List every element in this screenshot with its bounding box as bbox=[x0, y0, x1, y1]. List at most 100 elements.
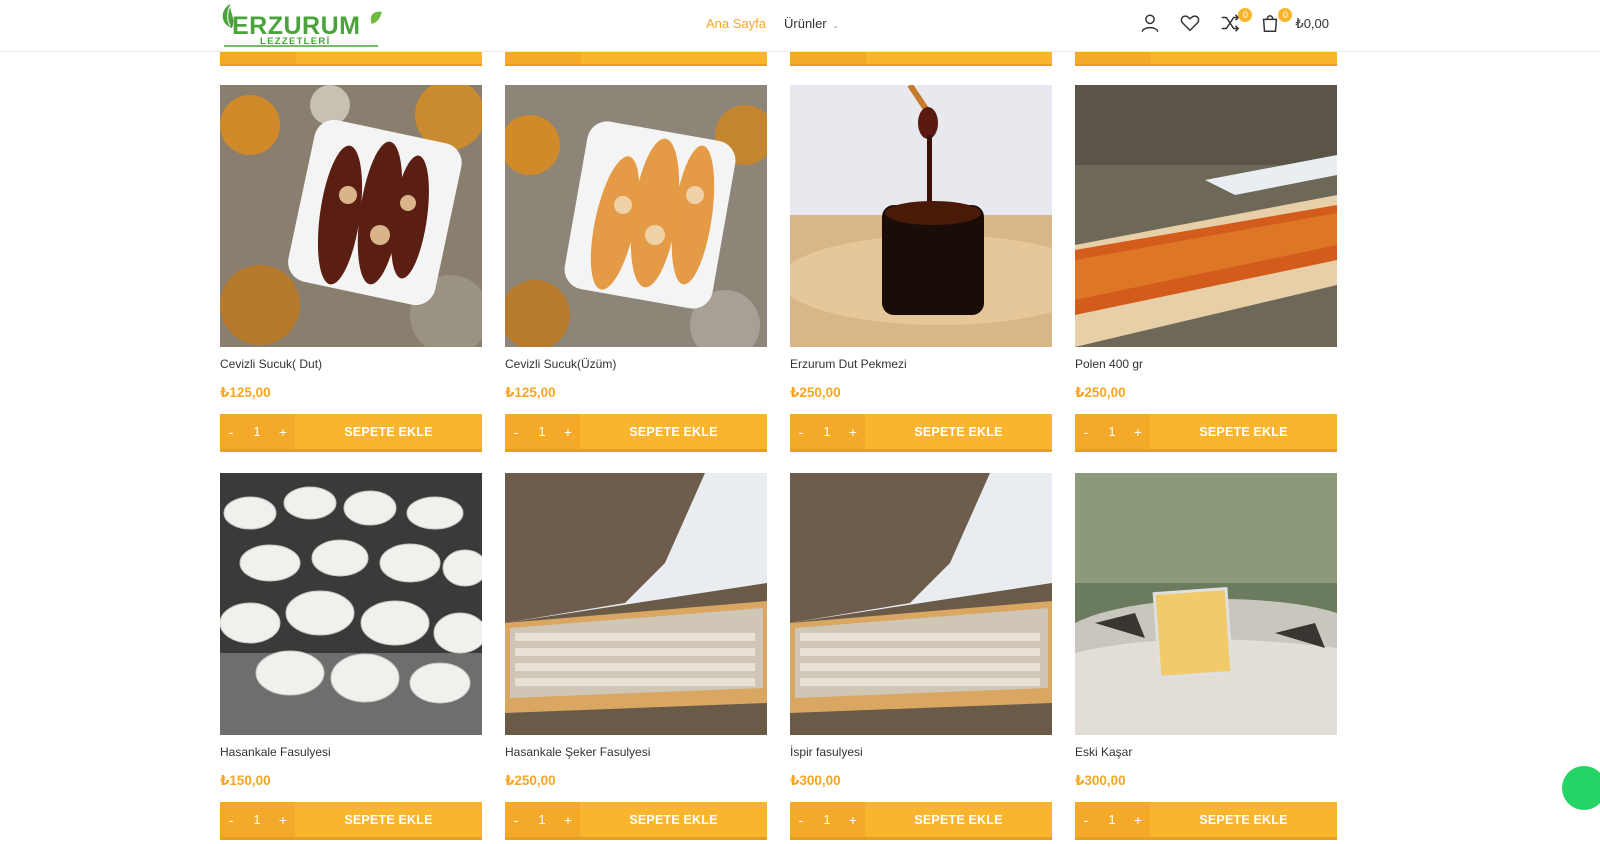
qty-plus-button[interactable]: + bbox=[842, 812, 864, 828]
compare-button[interactable]: 0 bbox=[1219, 8, 1253, 36]
product-image[interactable] bbox=[790, 85, 1052, 347]
qty-minus-button[interactable]: - bbox=[790, 812, 812, 828]
product-image[interactable] bbox=[790, 473, 1052, 735]
product-card: Cevizli Sucuk( Dut) ₺125,00 bbox=[220, 85, 482, 401]
product-price: ₺250,00 bbox=[790, 385, 841, 400]
product-image[interactable] bbox=[505, 85, 767, 347]
qty-input[interactable] bbox=[812, 802, 842, 837]
qty-input[interactable] bbox=[1097, 414, 1127, 449]
qty-minus-button[interactable]: - bbox=[1075, 424, 1097, 440]
previous-row-button[interactable] bbox=[790, 52, 1052, 66]
product-name[interactable]: İspir fasulyesi bbox=[790, 745, 1052, 761]
add-to-cart-bar: - + SEPETE EKLE bbox=[790, 414, 1052, 452]
qty-minus-button[interactable]: - bbox=[1075, 812, 1097, 828]
product-name[interactable]: Cevizli Sucuk(Üzüm) bbox=[505, 357, 767, 373]
product-price: ₺125,00 bbox=[220, 385, 271, 400]
qty-input[interactable] bbox=[1097, 802, 1127, 837]
product-price: ₺250,00 bbox=[1075, 385, 1126, 400]
heart-icon bbox=[1181, 15, 1200, 32]
qty-plus-button[interactable]: + bbox=[1127, 812, 1149, 828]
add-to-cart-button[interactable]: SEPETE EKLE bbox=[1150, 813, 1337, 827]
product-name[interactable]: Erzurum Dut Pekmezi bbox=[790, 357, 1052, 373]
previous-row-button[interactable] bbox=[505, 52, 767, 66]
product-image[interactable] bbox=[505, 473, 767, 735]
add-to-cart-bar: - + SEPETE EKLE bbox=[220, 414, 482, 452]
previous-row-button[interactable] bbox=[220, 52, 482, 66]
qty-plus-button[interactable]: + bbox=[557, 812, 579, 828]
qty-plus-button[interactable]: + bbox=[272, 812, 294, 828]
add-to-cart-button[interactable]: SEPETE EKLE bbox=[580, 813, 767, 827]
add-to-cart-button[interactable]: SEPETE EKLE bbox=[295, 813, 482, 827]
product-name[interactable]: Cevizli Sucuk( Dut) bbox=[220, 357, 482, 373]
qty-input[interactable] bbox=[527, 414, 557, 449]
add-to-cart-button[interactable]: SEPETE EKLE bbox=[865, 425, 1052, 439]
product-card: Eski Kaşar ₺300,00 bbox=[1075, 473, 1337, 789]
add-to-cart-bar: - + SEPETE EKLE bbox=[1075, 414, 1337, 452]
qty-plus-button[interactable]: + bbox=[272, 424, 294, 440]
product-image[interactable] bbox=[220, 85, 482, 347]
main-nav: Ana Sayfa Ürünler ⌄ bbox=[706, 16, 839, 31]
nav-products-label: Ürünler bbox=[784, 16, 827, 31]
product-image[interactable] bbox=[1075, 85, 1337, 347]
product-name[interactable]: Hasankale Fasulyesi bbox=[220, 745, 482, 761]
product-name[interactable]: Hasankale Şeker Fasulyesi bbox=[505, 745, 767, 761]
qty-input[interactable] bbox=[812, 414, 842, 449]
qty-minus-button[interactable]: - bbox=[505, 812, 527, 828]
whatsapp-chat-button[interactable] bbox=[1562, 766, 1600, 810]
add-to-cart-button[interactable]: SEPETE EKLE bbox=[865, 813, 1052, 827]
cart-count-badge: 0 bbox=[1278, 8, 1293, 22]
qty-minus-button[interactable]: - bbox=[220, 424, 242, 440]
product-name[interactable]: Polen 400 gr bbox=[1075, 357, 1337, 373]
quantity-stepper: - + bbox=[790, 414, 865, 449]
product-price: ₺300,00 bbox=[790, 773, 841, 788]
add-to-cart-button[interactable]: SEPETE EKLE bbox=[295, 425, 482, 439]
product-price: ₺300,00 bbox=[1075, 773, 1126, 788]
user-icon bbox=[1141, 14, 1159, 33]
qty-input[interactable] bbox=[242, 414, 272, 449]
product-card: Erzurum Dut Pekmezi ₺250,00 bbox=[790, 85, 1052, 401]
qty-minus-button[interactable]: - bbox=[505, 424, 527, 440]
product-card: Hasankale Fasulyesi ₺150,00 bbox=[220, 473, 482, 789]
chevron-down-icon: ⌄ bbox=[832, 21, 839, 30]
quantity-stepper: - + bbox=[220, 414, 295, 449]
cart-total[interactable]: ₺0,00 bbox=[1295, 16, 1329, 32]
wishlist-button[interactable] bbox=[1179, 12, 1203, 36]
site-header: ERZURUM LEZZETLERİ Ana Sayfa Ürünler ⌄ 0 bbox=[0, 0, 1600, 52]
product-image[interactable] bbox=[1075, 473, 1337, 735]
cart-button[interactable]: 0 bbox=[1259, 8, 1293, 36]
product-card: Polen 400 gr ₺250,00 bbox=[1075, 85, 1337, 401]
qty-input[interactable] bbox=[242, 802, 272, 837]
qty-plus-button[interactable]: + bbox=[557, 424, 579, 440]
logo-subtext: LEZZETLERİ bbox=[260, 36, 331, 47]
product-price: ₺125,00 bbox=[505, 385, 556, 400]
add-to-cart-button[interactable]: SEPETE EKLE bbox=[1150, 425, 1337, 439]
add-to-cart-bar: - + SEPETE EKLE bbox=[505, 802, 767, 840]
site-logo[interactable]: ERZURUM LEZZETLERİ bbox=[218, 2, 388, 48]
qty-plus-button[interactable]: + bbox=[1127, 424, 1149, 440]
qty-minus-button[interactable]: - bbox=[220, 812, 242, 828]
add-to-cart-bar: - + SEPETE EKLE bbox=[505, 414, 767, 452]
product-price: ₺250,00 bbox=[505, 773, 556, 788]
account-button[interactable] bbox=[1139, 12, 1163, 36]
product-image[interactable] bbox=[220, 473, 482, 735]
qty-input[interactable] bbox=[527, 802, 557, 837]
add-to-cart-bar: - + SEPETE EKLE bbox=[790, 802, 1052, 840]
nav-home[interactable]: Ana Sayfa bbox=[706, 16, 766, 31]
quantity-stepper: - + bbox=[505, 802, 580, 837]
quantity-stepper: - + bbox=[220, 802, 295, 837]
qty-minus-button[interactable]: - bbox=[790, 424, 812, 440]
product-price: ₺150,00 bbox=[220, 773, 271, 788]
add-to-cart-button[interactable]: SEPETE EKLE bbox=[580, 425, 767, 439]
quantity-stepper: - + bbox=[1075, 802, 1150, 837]
product-card: Hasankale Şeker Fasulyesi ₺250,00 bbox=[505, 473, 767, 789]
quantity-stepper: - + bbox=[505, 414, 580, 449]
product-name[interactable]: Eski Kaşar bbox=[1075, 745, 1337, 761]
nav-products[interactable]: Ürünler ⌄ bbox=[784, 16, 839, 31]
product-card: Cevizli Sucuk(Üzüm) ₺125,00 bbox=[505, 85, 767, 401]
header-actions: 0 0 ₺0,00 bbox=[1139, 8, 1329, 36]
add-to-cart-bar: - + SEPETE EKLE bbox=[1075, 802, 1337, 840]
previous-row-button[interactable] bbox=[1075, 52, 1337, 66]
quantity-stepper: - + bbox=[1075, 414, 1150, 449]
product-card: İspir fasulyesi ₺300,00 bbox=[790, 473, 1052, 789]
qty-plus-button[interactable]: + bbox=[842, 424, 864, 440]
